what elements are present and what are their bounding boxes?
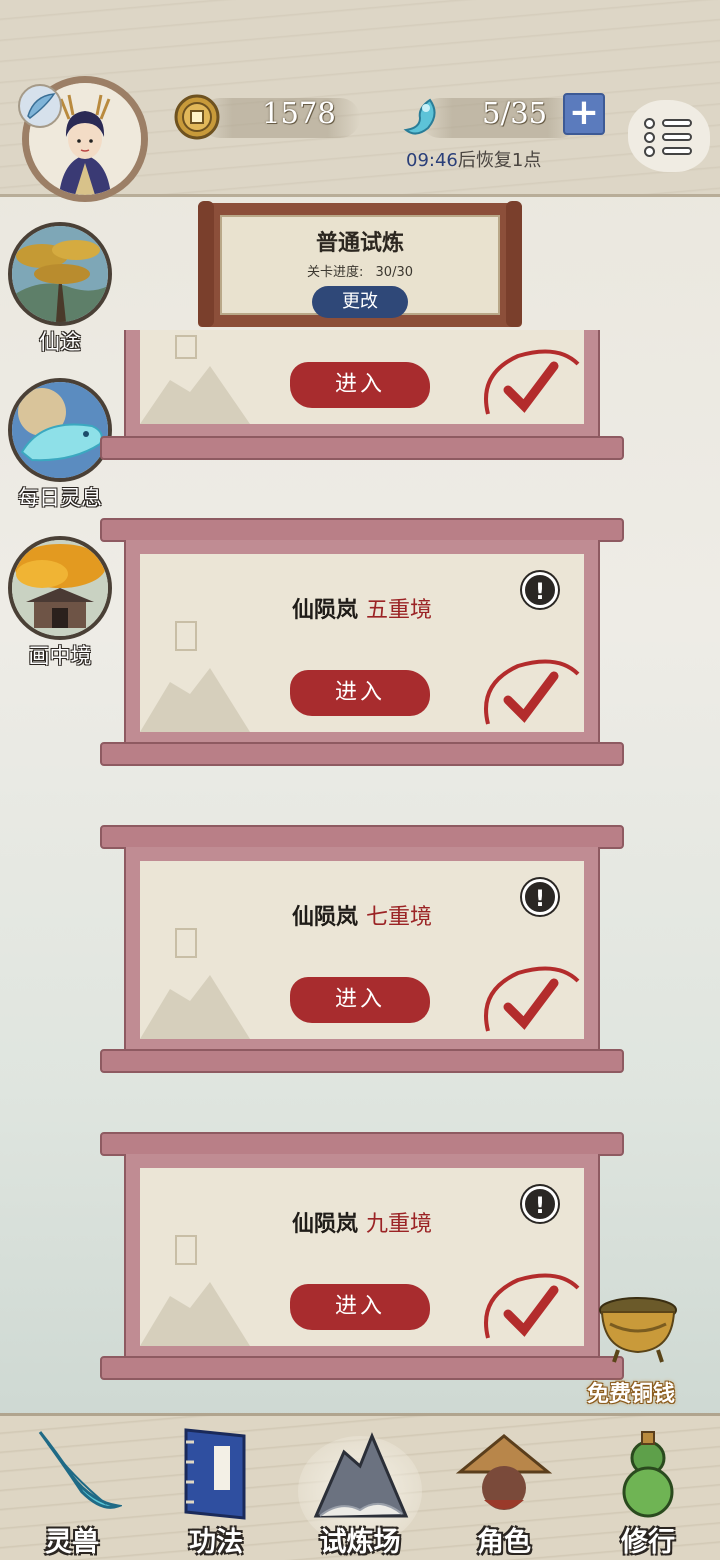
pavilion-tree-icon [8,536,112,640]
stage-title: 仙陨岚 九重境 [140,1206,584,1238]
card-paper: 仙陨岚 五重境 ! 进入 [140,554,584,732]
card-paper: 进入 [140,330,584,424]
top-bar: 1578 5/35 + 09:46后恢复1点 [0,0,720,202]
info-icon[interactable]: ! [522,572,558,608]
nav-skills[interactable]: 功法 [144,1416,288,1560]
stage-name: 仙陨岚 [291,1212,358,1237]
stage-title: 仙陨岚 七重境 [140,899,584,931]
menu-dot-icon [644,146,655,157]
cleared-check-icon [484,1273,580,1339]
nav-skills-label: 功法 [189,1527,243,1558]
mountain-pavilion-icon [140,621,250,732]
painting-realm-button[interactable]: 画中境 [6,536,114,670]
info-icon[interactable]: ! [522,1186,558,1222]
trial-header-scroll: 普通试炼 关卡进度: 30/30 更改 [198,201,522,327]
enter-button[interactable]: 进入 [290,977,430,1023]
scroll-rod-left [198,201,214,327]
cleared-check-icon [484,659,580,725]
stage-level: 五重境 [366,598,433,623]
scroll-rod-right [506,201,522,327]
coin-count: 1578 [262,96,336,130]
info-icon[interactable]: ! [522,879,558,915]
trial-header-panel: 普通试炼 关卡进度: 30/30 更改 [220,215,500,318]
level-progress: 关卡进度: 30/30 [222,261,498,280]
scroll-rod-bottom [100,436,624,460]
feather-icon [38,1431,122,1509]
change-mode-button[interactable]: 更改 [312,286,408,318]
stage-name: 仙陨岚 [291,905,358,930]
card-frame: 进入 [124,330,600,440]
energy-recover-text: 09:46后恢复1点 [406,146,541,172]
nav-cultivate-label: 修行 [621,1527,675,1558]
stage-card: 仙陨岚 七重境 ! 进入 [100,825,624,1073]
add-energy-button[interactable]: + [563,93,605,135]
menu-dot-icon [644,132,655,143]
cleared-check-icon [484,966,580,1032]
card-paper: 仙陨岚 七重境 ! 进入 [140,861,584,1039]
scroll-rod-top [100,1132,624,1156]
menu-button[interactable] [628,100,710,172]
menu-line-icon [662,147,692,155]
nav-character-label: 角色 [477,1527,531,1558]
bottom-nav: 灵兽 功法 试炼场 角色 修行 [0,1413,720,1560]
spirit-energy-icon [396,92,442,138]
menu-line-icon [662,119,692,127]
progress-label: 关卡进度: [307,265,364,280]
xiantu-label: 仙途 [39,330,81,354]
card-frame: 仙陨岚 九重境 ! 进入 [124,1154,600,1360]
nav-character[interactable]: 角色 [432,1416,576,1560]
book-icon [184,1428,246,1520]
mountain-pavilion-icon [140,928,250,1039]
trial-mode-title: 普通试炼 [315,231,404,256]
card-frame: 仙陨岚 五重境 ! 进入 [124,540,600,746]
mountain-icon [313,1432,409,1518]
menu-line-icon [662,133,692,141]
cleared-check-icon [484,349,580,415]
treasure-bowl-icon[interactable] [596,1294,680,1364]
pine-tree-icon [8,222,112,326]
spirit-fish-icon [8,378,112,482]
free-coin-label[interactable]: 免费铜钱 [587,1376,675,1408]
enter-button[interactable]: 进入 [290,1284,430,1330]
recover-time: 09:46 [406,150,458,171]
stage-title: 仙陨岚 五重境 [140,592,584,624]
stage-level: 七重境 [366,905,433,930]
stage-level: 九重境 [366,1212,433,1237]
daily-spirit-button[interactable]: 每日灵息 [6,378,114,512]
coin-icon [174,94,220,140]
scroll-rod-top [100,825,624,849]
straw-hat-icon [455,1434,553,1510]
nav-beast[interactable]: 灵兽 [0,1416,144,1560]
nav-trial-label: 试炼场 [319,1527,401,1558]
scroll-rod-bottom [100,1356,624,1380]
gourd-icon [622,1431,674,1518]
energy-count: 5/35 [482,96,548,130]
painting-realm-label: 画中境 [28,644,92,668]
stage-card: 进入 [100,330,624,460]
mountain-pavilion-icon [140,335,250,424]
mountain-pavilion-icon [140,1235,250,1346]
nav-cultivate[interactable]: 修行 [576,1416,720,1560]
card-frame: 仙陨岚 七重境 ! 进入 [124,847,600,1053]
progress-value: 30/30 [375,265,413,280]
enter-button[interactable]: 进入 [290,670,430,716]
stage-name: 仙陨岚 [291,598,358,623]
stage-card: 仙陨岚 九重境 ! 进入 [100,1132,624,1380]
daily-spirit-label: 每日灵息 [18,486,102,510]
enter-button[interactable]: 进入 [290,362,430,408]
scroll-rod-bottom [100,1049,624,1073]
scroll-rod-top [100,518,624,542]
stage-card: 仙陨岚 五重境 ! 进入 [100,518,624,766]
scroll-rod-bottom [100,742,624,766]
feather-badge-icon [18,84,62,128]
nav-beast-label: 灵兽 [45,1527,99,1558]
xiantu-button[interactable]: 仙途 [6,222,114,356]
card-paper: 仙陨岚 九重境 ! 进入 [140,1168,584,1346]
recover-suffix: 后恢复1点 [457,150,542,171]
menu-dot-icon [644,118,655,129]
nav-trial[interactable]: 试炼场 [288,1416,432,1560]
